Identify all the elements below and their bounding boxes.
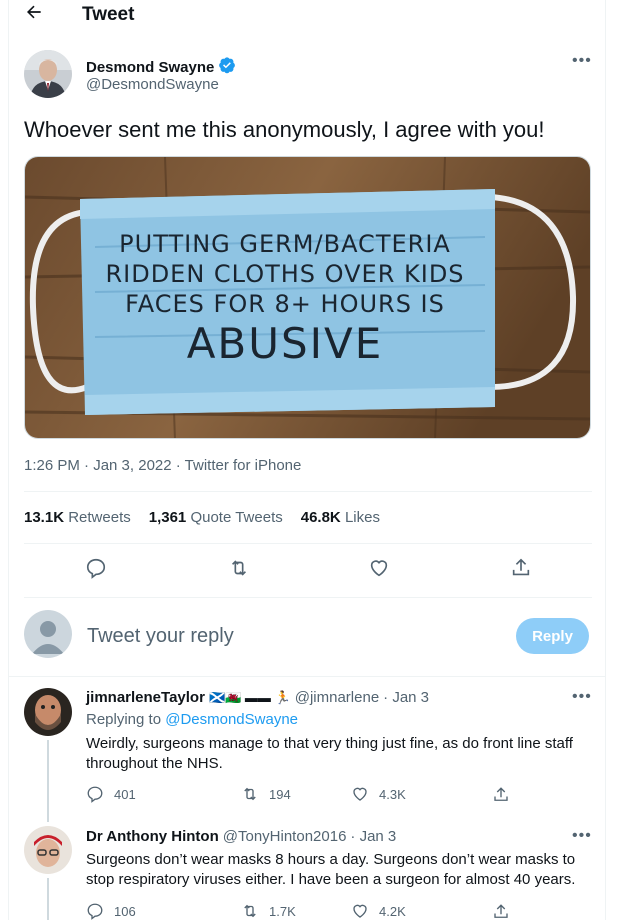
retweet-icon[interactable] (224, 553, 254, 583)
replying-to: Replying to @DesmondSwayne (86, 711, 299, 728)
reply-header: jimnarleneTaylor 🏴󠁧󠁢󠁳󠁣󠁴󠁿🏴󠁧󠁢󠁷󠁬󠁳󠁿 ▬▬ 🏃 @ji… (86, 689, 429, 706)
divider (8, 676, 606, 677)
tweet-media-image[interactable]: PUTTING GERM/BACTERIA RIDDEN CLOTHS OVER… (24, 156, 591, 439)
mask-line-1: PUTTING GERM/BACTERIA (119, 230, 451, 258)
mask-handwritten-text: PUTTING GERM/BACTERIA RIDDEN CLOTHS OVER… (105, 229, 465, 369)
replying-to-link[interactable]: @DesmondSwayne (165, 711, 298, 728)
reply-more-options-icon[interactable]: ••• (572, 827, 592, 845)
thread-line (47, 878, 49, 920)
reply-more-options-icon[interactable]: ••• (572, 688, 592, 706)
tweet-timestamp[interactable]: 1:26 PM · Jan 3, 2022 · Twitter for iPho… (24, 457, 301, 474)
reply-reply-count[interactable]: 401 (86, 785, 241, 803)
like-icon[interactable] (364, 553, 394, 583)
author-name[interactable]: Desmond Swayne (86, 56, 236, 78)
author-handle[interactable]: @DesmondSwayne (86, 76, 219, 93)
reply-author-handle[interactable]: @jimnarlene (295, 689, 379, 706)
reply-text: Surgeons don’t wear masks 8 hours a day.… (86, 851, 576, 888)
reply-button[interactable]: Reply (516, 618, 589, 654)
reply-share-icon[interactable] (492, 903, 510, 920)
share-icon[interactable] (506, 553, 536, 583)
reply-like-count[interactable]: 4.2K (351, 902, 481, 920)
page-title: Tweet (82, 4, 135, 25)
flag-emojis: 🏴󠁧󠁢󠁳󠁣󠁴󠁿🏴󠁧󠁢󠁷󠁬󠁳󠁿 ▬▬ 🏃 (208, 689, 291, 705)
likes-stat[interactable]: 46.8K Likes (301, 509, 380, 526)
tweet-stats: 13.1K Retweets 1,361 Quote Tweets 46.8K … (24, 509, 380, 526)
divider (24, 491, 592, 492)
reply-author-name[interactable]: Dr Anthony Hinton (86, 828, 219, 845)
reply-avatar[interactable] (24, 826, 72, 874)
reply-retweet-count[interactable]: 1.7K (241, 902, 351, 920)
divider (24, 597, 592, 598)
divider (24, 543, 592, 544)
verified-badge-icon (218, 56, 236, 78)
reply-retweet-count[interactable]: 194 (241, 785, 351, 803)
author-avatar[interactable] (24, 50, 72, 98)
thread-line (47, 740, 49, 822)
mask-line-3: FACES FOR 8+ HOURS IS (125, 290, 445, 318)
reply-header: Dr Anthony Hinton @TonyHinton2016 · Jan … (86, 828, 396, 845)
author-name-text[interactable]: Desmond Swayne (86, 59, 214, 76)
back-arrow-icon[interactable] (24, 2, 44, 27)
reply-date[interactable]: · Jan 3 (383, 689, 429, 706)
reply-input[interactable]: Tweet your reply (87, 625, 234, 648)
tweet-text: Whoever sent me this anonymously, I agre… (24, 117, 545, 142)
reply-reply-count[interactable]: 106 (86, 902, 241, 920)
mask-line-4: ABUSIVE (186, 319, 384, 368)
user-avatar[interactable] (24, 610, 72, 658)
reply-actions: 401 194 4.3K (86, 785, 506, 803)
reply-avatar[interactable] (24, 688, 72, 736)
quote-tweets-stat[interactable]: 1,361 Quote Tweets (149, 509, 283, 526)
more-options-icon[interactable]: ••• (572, 52, 592, 70)
reply-author-handle[interactable]: @TonyHinton2016 (223, 828, 347, 845)
mask-line-2: RIDDEN CLOTHS OVER KIDS (105, 260, 465, 288)
reply-text: Weirdly, surgeons manage to that very th… (86, 735, 573, 772)
reply-actions: 106 1.7K 4.2K (86, 902, 506, 920)
reply-like-count[interactable]: 4.3K (351, 785, 481, 803)
reply-date[interactable]: · Jan 3 (350, 828, 396, 845)
reply-icon[interactable] (81, 553, 111, 583)
reply-author-name[interactable]: jimnarleneTaylor (86, 689, 205, 706)
retweets-stat[interactable]: 13.1K Retweets (24, 509, 131, 526)
reply-share-icon[interactable] (492, 786, 510, 809)
